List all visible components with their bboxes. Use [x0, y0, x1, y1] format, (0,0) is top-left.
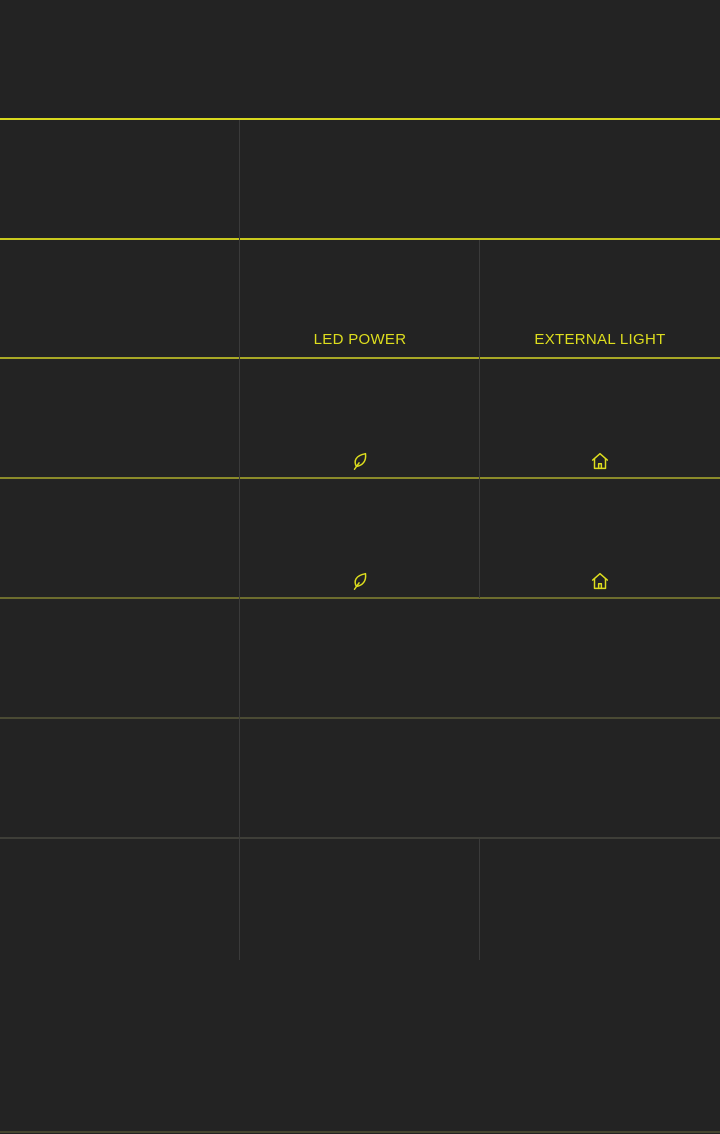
divider [0, 717, 720, 719]
divider [0, 118, 720, 120]
header-cell-led-power: LED POWER [240, 240, 480, 357]
divider [0, 837, 720, 839]
home-icon [591, 572, 609, 590]
bottom-divider [0, 1131, 720, 1133]
row-1-external-light-cell[interactable] [480, 359, 720, 477]
header-cell-external-light: EXTERNAL LIGHT [480, 240, 720, 357]
screen: LED POWER EXTERNAL LIGHT [0, 0, 720, 1134]
leaf-icon [353, 452, 367, 470]
led-power-header: LED POWER [313, 331, 407, 348]
leaf-icon [353, 572, 367, 590]
divider [0, 597, 720, 599]
row-2-led-power-cell[interactable] [240, 479, 480, 597]
row-2-external-light-cell[interactable] [480, 479, 720, 597]
top-blank-area [0, 0, 720, 118]
column-divider [479, 839, 480, 960]
row-1-led-power-cell[interactable] [240, 359, 480, 477]
external-light-header: EXTERNAL LIGHT [534, 331, 666, 348]
home-icon [591, 452, 609, 470]
